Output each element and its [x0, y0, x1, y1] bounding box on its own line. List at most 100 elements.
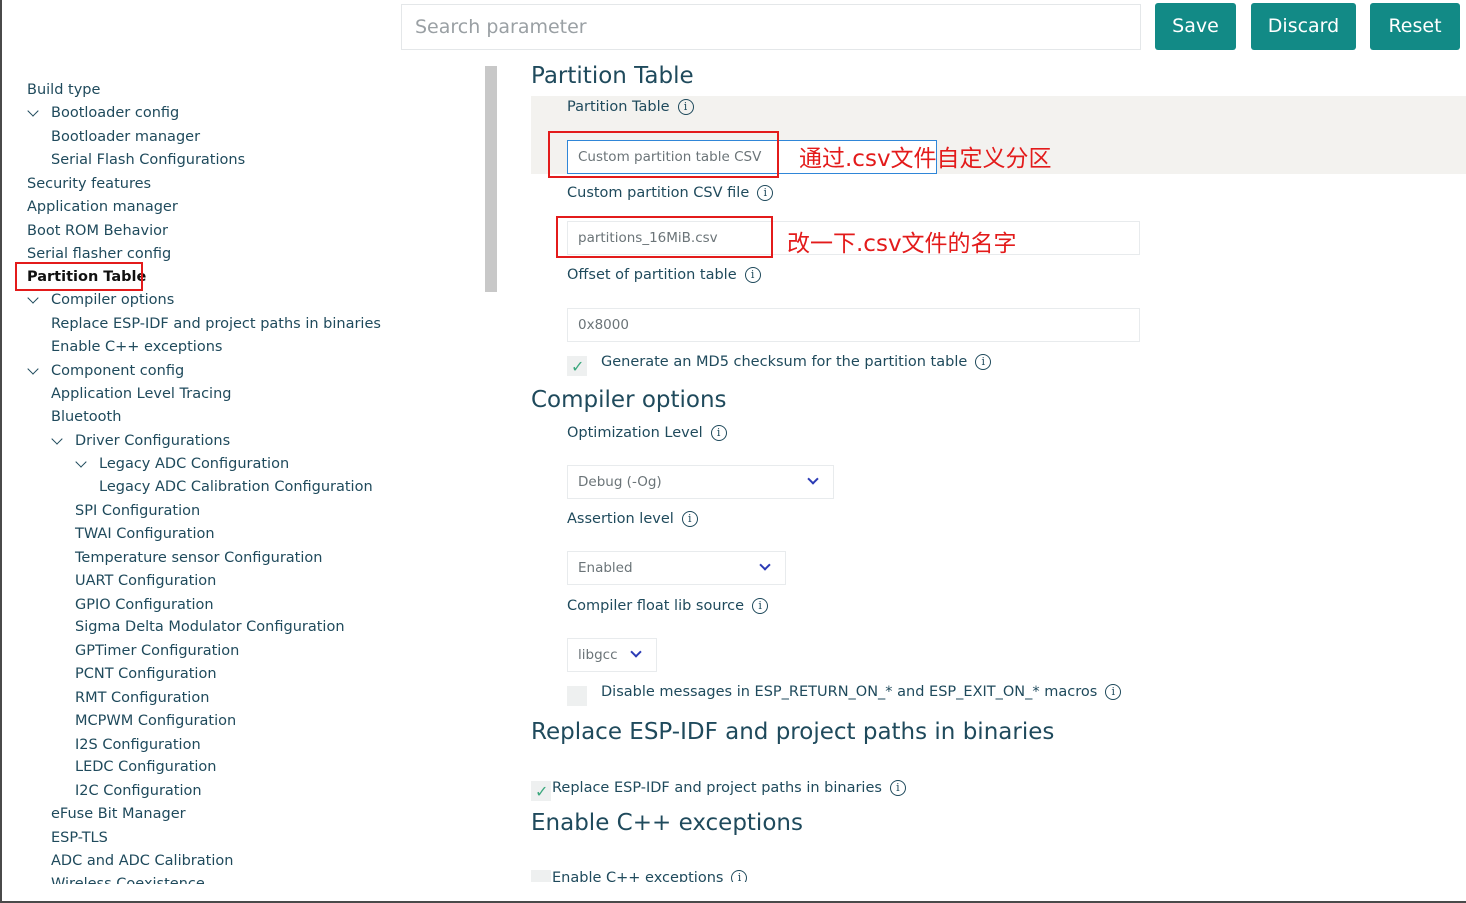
search-input[interactable]: Search parameter [401, 4, 1141, 50]
chevron-down-icon [807, 473, 819, 485]
sidebar-item-security[interactable]: Security features [27, 173, 151, 195]
chevron-down-icon[interactable] [75, 456, 87, 468]
replace-paths-label: Replace ESP-IDF and project paths in bin… [552, 777, 906, 799]
disable-msgs-label: Disable messages in ESP_RETURN_ON_* and … [601, 681, 1122, 703]
sidebar-item-twai[interactable]: TWAI Configuration [75, 523, 215, 545]
info-icon[interactable]: i [681, 511, 698, 527]
partition-table-label-text: Partition Table [567, 99, 670, 115]
assertion-value: Enabled [578, 560, 633, 576]
annotation-box [548, 131, 779, 178]
sidebar-item-esp-tls[interactable]: ESP-TLS [51, 827, 108, 849]
annotation-note-1: 通过.csv文件自定义分区 [799, 146, 1052, 172]
sidebar-item-build-type[interactable]: Build type [27, 79, 100, 101]
info-icon[interactable]: i [710, 425, 727, 441]
sidebar-item-i2c[interactable]: I2C Configuration [75, 780, 202, 802]
info-icon[interactable]: i [677, 99, 694, 115]
optimization-select[interactable]: Debug (-Og) [567, 465, 834, 499]
annotation-note-2: 改一下.csv文件的名字 [787, 231, 1017, 257]
sidebar-item-cpp-exceptions[interactable]: Enable C++ exceptions [51, 336, 222, 358]
sidebar-item-bootloader-manager[interactable]: Bootloader manager [51, 126, 200, 148]
sidebar-item-compiler-options[interactable]: Compiler options [51, 289, 174, 311]
chevron-down-icon[interactable] [27, 363, 39, 375]
sidebar-item-app-tracing[interactable]: Application Level Tracing [51, 383, 231, 405]
md5-label-text: Generate an MD5 checksum for the partiti… [601, 354, 968, 370]
csv-file-label-text: Custom partition CSV file [567, 185, 750, 201]
float-lib-select[interactable]: libgcc [567, 638, 657, 672]
optimization-label: Optimization Level i [567, 422, 727, 444]
cpp-label-text: Enable C++ exceptions [552, 870, 724, 882]
assertion-select[interactable]: Enabled [567, 551, 786, 585]
csv-file-label: Custom partition CSV file i [567, 182, 774, 204]
md5-checkbox[interactable]: ✓ [567, 356, 587, 376]
sidebar-item-ledc[interactable]: LEDC Configuration [75, 756, 216, 778]
info-icon[interactable]: i [744, 267, 761, 283]
check-icon: ✓ [571, 357, 585, 376]
chevron-down-icon[interactable] [27, 105, 39, 117]
save-button[interactable]: Save [1155, 3, 1236, 50]
check-icon: ✓ [535, 782, 549, 801]
sidebar-item-bluetooth[interactable]: Bluetooth [51, 406, 121, 428]
sidebar-item-uart[interactable]: UART Configuration [75, 570, 216, 592]
sidebar-item-sigma-delta[interactable]: Sigma Delta Modulator Configuration [75, 616, 345, 638]
discard-button[interactable]: Discard [1251, 3, 1356, 50]
float-lib-label-text: Compiler float lib source [567, 598, 745, 614]
sidebar-item-component-config[interactable]: Component config [51, 360, 184, 382]
sidebar-item-pcnt[interactable]: PCNT Configuration [75, 663, 217, 685]
reset-button[interactable]: Reset [1370, 3, 1460, 50]
offset-label: Offset of partition table i [567, 264, 761, 286]
offset-input[interactable]: 0x8000 [567, 308, 1140, 342]
float-lib-label: Compiler float lib source i [567, 595, 769, 617]
info-icon[interactable]: i [889, 780, 906, 796]
cpp-row-clip: Enable C++ exceptions i [531, 868, 1231, 882]
sidebar-item-adc-cal[interactable]: ADC and ADC Calibration [51, 850, 233, 872]
sidebar-item-spi[interactable]: SPI Configuration [75, 500, 200, 522]
sidebar-item-serial-flash[interactable]: Serial Flash Configurations [51, 149, 245, 171]
section-heading-partition: Partition Table [531, 63, 694, 89]
chevron-down-icon [759, 559, 771, 571]
optimization-value: Debug (-Og) [578, 474, 662, 490]
md5-label: Generate an MD5 checksum for the partiti… [601, 351, 992, 373]
sidebar-item-bootloader-config[interactable]: Bootloader config [51, 102, 179, 124]
section-heading-compiler: Compiler options [531, 387, 727, 413]
sidebar-item-legacy-adc-cal[interactable]: Legacy ADC Calibration Configuration [99, 476, 373, 498]
info-icon[interactable]: i [1105, 684, 1122, 700]
sidebar-item-mcpwm[interactable]: MCPWM Configuration [75, 710, 236, 732]
partition-table-label: Partition Table i [567, 96, 694, 118]
chevron-down-icon [630, 646, 642, 658]
sidebar-item-app-manager[interactable]: Application manager [27, 196, 178, 218]
cpp-checkbox[interactable] [531, 870, 551, 882]
section-heading-replace-paths: Replace ESP-IDF and project paths in bin… [531, 719, 1055, 745]
disable-msgs-label-text: Disable messages in ESP_RETURN_ON_* and … [601, 684, 1098, 700]
replace-paths-label-text: Replace ESP-IDF and project paths in bin… [552, 780, 882, 796]
annotation-box [556, 216, 773, 258]
sidebar-item-i2s[interactable]: I2S Configuration [75, 734, 201, 756]
sidebar-item-boot-rom[interactable]: Boot ROM Behavior [27, 220, 168, 242]
assertion-label: Assertion level i [567, 508, 698, 530]
sidebar-item-replace-paths[interactable]: Replace ESP-IDF and project paths in bin… [51, 313, 381, 335]
sidebar-item-wireless-coex[interactable]: Wireless Coexistence [51, 873, 205, 884]
chevron-down-icon[interactable] [27, 292, 39, 304]
chevron-down-icon[interactable] [51, 433, 63, 445]
section-heading-cpp: Enable C++ exceptions [531, 810, 803, 836]
sidebar-nav: Build type Bootloader config Bootloader … [0, 78, 480, 884]
sidebar-item-efuse[interactable]: eFuse Bit Manager [51, 803, 186, 825]
sidebar-item-gpio[interactable]: GPIO Configuration [75, 594, 214, 616]
assertion-label-text: Assertion level [567, 511, 674, 527]
offset-label-text: Offset of partition table [567, 267, 737, 283]
info-icon[interactable]: i [975, 354, 992, 370]
sidebar-item-temp-sensor[interactable]: Temperature sensor Configuration [75, 547, 322, 569]
replace-paths-checkbox[interactable]: ✓ [531, 781, 551, 801]
sidebar-item-gptimer[interactable]: GPTimer Configuration [75, 640, 239, 662]
sidebar-item-driver-config[interactable]: Driver Configurations [75, 430, 230, 452]
info-icon[interactable]: i [731, 870, 748, 882]
float-lib-value: libgcc [578, 647, 618, 663]
cpp-label: Enable C++ exceptions i [552, 868, 748, 882]
disable-msgs-checkbox[interactable] [567, 686, 587, 706]
info-icon[interactable]: i [757, 185, 774, 201]
sidebar-scrollbar[interactable] [485, 66, 497, 292]
annotation-box [15, 262, 143, 291]
sidebar-item-rmt[interactable]: RMT Configuration [75, 687, 209, 709]
optimization-label-text: Optimization Level [567, 425, 703, 441]
info-icon[interactable]: i [752, 598, 769, 614]
sidebar-item-legacy-adc[interactable]: Legacy ADC Configuration [99, 453, 289, 475]
